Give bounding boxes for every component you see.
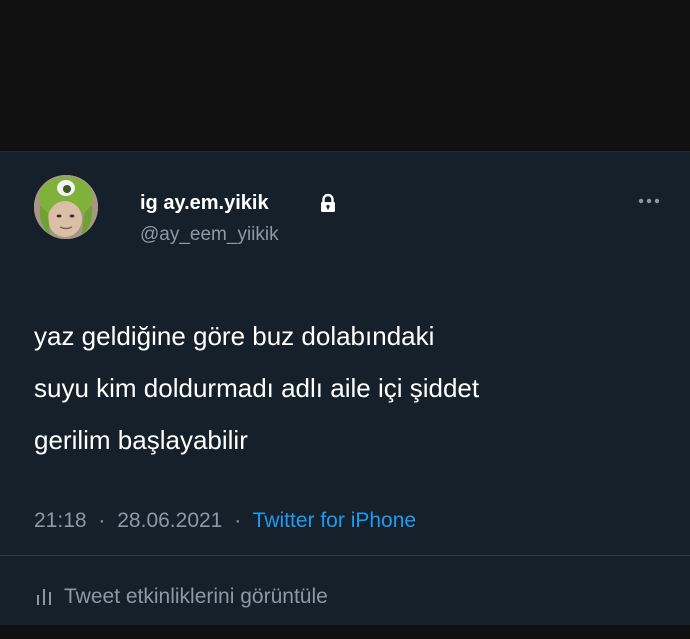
tweet-meta: 21:18 · 28.06.2021 · Twitter for iPhone	[34, 508, 416, 534]
tweet-text: yaz geldiğine göre buz dolabındaki suyu …	[34, 310, 674, 466]
meta-separator: ·	[98, 509, 106, 532]
tweet-text-line: gerilim başlayabilir	[34, 425, 248, 455]
black-letterbox-bottom	[0, 625, 690, 639]
avatar[interactable]	[34, 175, 98, 239]
tweet-source-link[interactable]: Twitter for iPhone	[253, 509, 416, 532]
display-name[interactable]: ig ay.em.yikik	[140, 191, 269, 215]
tweet-time[interactable]: 21:18	[34, 509, 87, 532]
black-letterbox-top	[0, 0, 690, 150]
meta-separator: ·	[234, 509, 242, 532]
user-handle[interactable]: @ay_eem_yiikik	[140, 224, 279, 246]
tweet-text-line: suyu kim doldurmadı adlı aile içi şiddet	[34, 373, 480, 403]
tweet-analytics-label: Tweet etkinliklerini görüntüle	[64, 585, 328, 608]
more-dots-icon[interactable]	[637, 196, 661, 206]
bar-chart-icon	[37, 589, 51, 605]
avatar-image	[34, 175, 98, 239]
tweet-date[interactable]: 28.06.2021	[117, 509, 222, 532]
tweet-text-line: yaz geldiğine göre buz dolabındaki	[34, 321, 435, 351]
tweet-analytics-button[interactable]: Tweet etkinliklerini görüntüle	[34, 582, 328, 612]
divider	[0, 555, 690, 556]
tweet-card: ig ay.em.yikik @ay_eem_yiikik yaz geldiğ…	[0, 151, 690, 626]
lock-icon	[321, 193, 335, 212]
